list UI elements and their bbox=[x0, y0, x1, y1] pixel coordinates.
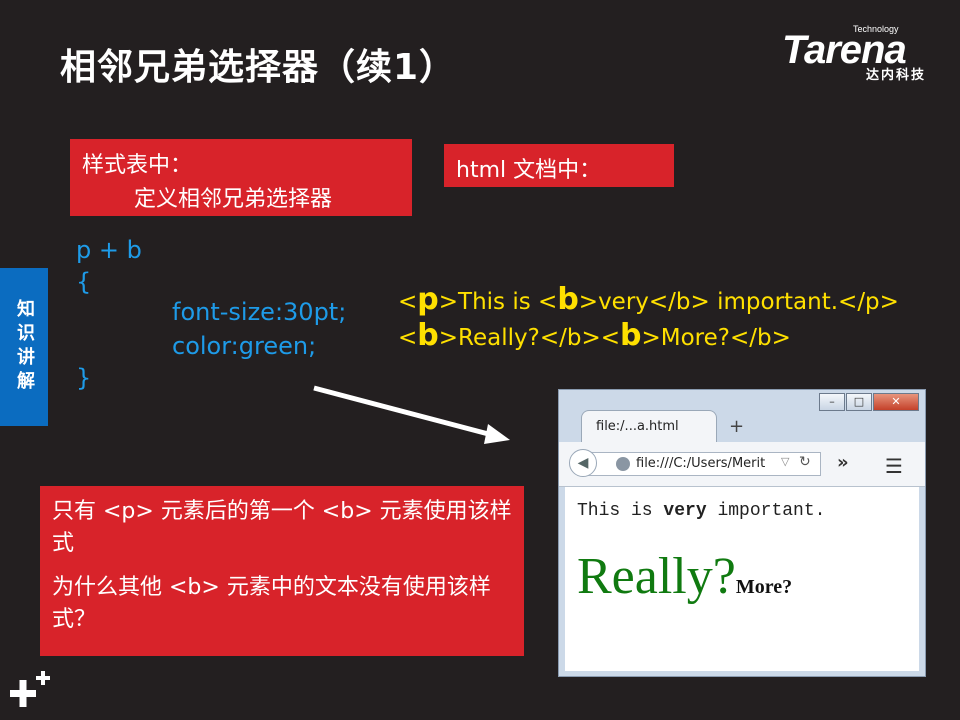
question-line2: 为什么其他 <b> 元素中的文本没有使用该样式？ bbox=[52, 575, 491, 632]
content-really: Really? bbox=[577, 548, 736, 605]
content-pre: This is bbox=[577, 501, 664, 521]
style-box-line2: 定义相邻兄弟选择器 bbox=[134, 187, 333, 212]
html-source-line1: <p>This is <b>very</b> important.</p> bbox=[398, 282, 899, 317]
browser-tab[interactable]: file:/...a.html bbox=[581, 410, 717, 442]
content-paragraph: This is very important. bbox=[577, 501, 825, 521]
html2-tag-b1: b bbox=[417, 318, 439, 353]
code-decl-font-size: font-size:30pt; bbox=[172, 298, 347, 326]
style-sheet-box: 样式表中： 定义相邻兄弟选择器 bbox=[70, 139, 412, 216]
question-box: 只有 <p> 元素后的第一个 <b> 元素使用该样式 为什么其他 <b> 元素中… bbox=[40, 486, 524, 656]
html1-lt: < bbox=[398, 289, 418, 315]
new-tab-button[interactable]: + bbox=[729, 416, 744, 437]
code-selector: p + b bbox=[76, 236, 142, 264]
menu-icon[interactable]: ☰ bbox=[885, 454, 903, 478]
html1-tag-p: p bbox=[417, 282, 439, 317]
html1-seg2: >very</b> important.</p> bbox=[578, 289, 899, 315]
globe-icon bbox=[616, 457, 630, 471]
code-close-brace: } bbox=[76, 364, 92, 392]
style-box-line1: 样式表中： bbox=[82, 153, 193, 178]
question-line1: 只有 <p> 元素后的第一个 <b> 元素使用该样式 bbox=[52, 499, 512, 556]
back-arrow-icon[interactable]: ◀ bbox=[569, 449, 597, 477]
html1-tag-b: b bbox=[557, 282, 579, 317]
browser-content: This is very important. Really?More? bbox=[565, 487, 919, 671]
code-decl-color: color:green; bbox=[172, 332, 317, 360]
browser-toolbar: file:///C:/Users/Merit ◀ ▽ ↻ » ☰ bbox=[559, 442, 925, 487]
html2-seg1: >Really?</b>< bbox=[438, 325, 620, 351]
browser-window: – □ ✕ file:/...a.html + file:///C:/Users… bbox=[558, 389, 926, 677]
arrow-icon bbox=[313, 385, 510, 444]
overflow-icon[interactable]: » bbox=[837, 452, 849, 473]
html-doc-box: html 文档中： bbox=[444, 144, 674, 187]
maximize-icon[interactable]: □ bbox=[846, 393, 872, 411]
window-controls: – □ ✕ bbox=[818, 393, 919, 411]
content-more: More? bbox=[735, 576, 793, 598]
tarena-logo: Technology Tarena 达内科技 bbox=[780, 20, 946, 83]
html1-seg1: >This is < bbox=[438, 289, 558, 315]
html2-tag-b2: b bbox=[620, 318, 642, 353]
plus-icon bbox=[10, 671, 50, 707]
dropdown-icon[interactable]: ▽ bbox=[781, 455, 789, 468]
logo-cn: 达内科技 bbox=[866, 68, 927, 83]
content-bold-line: Really?More? bbox=[577, 547, 792, 606]
minimize-icon[interactable]: – bbox=[819, 393, 845, 411]
side-tab: 知识讲解 bbox=[0, 268, 48, 426]
content-post: important. bbox=[706, 501, 826, 521]
slide-title: 相邻兄弟选择器（续1） bbox=[60, 47, 457, 88]
reload-icon[interactable]: ↻ bbox=[799, 454, 811, 470]
html-source-line2: <b>Really?</b><b>More?</b> bbox=[398, 318, 791, 353]
html-box-label: html 文档中： bbox=[456, 158, 602, 183]
code-open-brace: { bbox=[76, 268, 92, 296]
html2-seg2: >More?</b> bbox=[641, 325, 791, 351]
content-bold: very bbox=[663, 501, 707, 521]
html2-lt: < bbox=[398, 325, 418, 351]
close-icon[interactable]: ✕ bbox=[873, 393, 919, 411]
